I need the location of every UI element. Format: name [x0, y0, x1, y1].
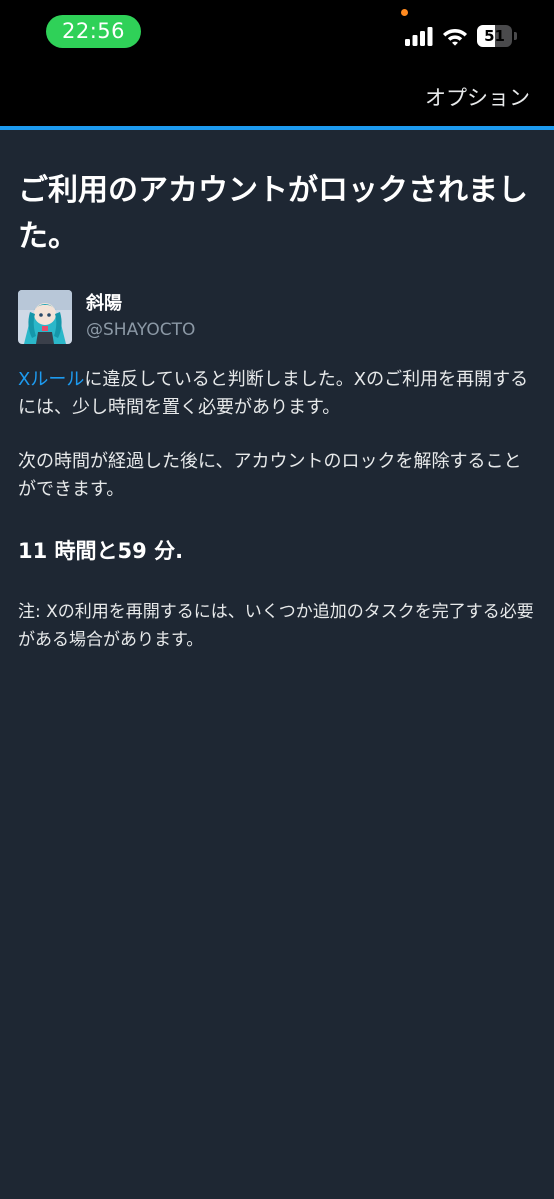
unlock-info-paragraph: 次の時間が経過した後に、アカウントのロックを解除することができます。 — [18, 451, 522, 500]
top-bar: 22:56 51 オプション — [0, 0, 554, 127]
violation-paragraph: Xルールに違反していると判断しました。Xのご利用を再開するには、少し時間を置く必… — [18, 366, 536, 422]
note-paragraph: 注: Xの利用を再開するには、いくつか追加のタスクを完了する必要がある場合があり… — [18, 602, 534, 650]
status-time: 22:56 — [46, 15, 141, 48]
username: @SHAYOCTO — [86, 320, 196, 340]
display-name: 斜陽 — [86, 293, 122, 314]
battery-icon: 51 — [477, 25, 519, 47]
violation-text: に違反していると判断しました。Xのご利用を再開するには、少し時間を置く必要があり… — [18, 369, 529, 418]
battery-tip — [514, 32, 517, 40]
wifi-icon — [443, 29, 467, 46]
privacy-indicator-dot — [401, 9, 408, 16]
main-content: ご利用のアカウントがロックされました。 斜陽 @SHAYOCTO Xルールに違反… — [18, 130, 536, 654]
options-button[interactable]: オプション — [425, 83, 530, 113]
locked-account-screen: 22:56 51 オプション ご利用のアカウントがロックされました。 斜陽 @S… — [0, 0, 554, 1199]
page-title: ご利用のアカウントがロックされました。 — [18, 173, 528, 254]
battery-body: 51 — [477, 25, 512, 47]
x-rules-link[interactable]: Xルール — [18, 369, 84, 390]
battery-level-text: 51 — [484, 27, 505, 45]
cellular-signal-icon — [405, 27, 433, 46]
lock-countdown: 11 時間と59 分. — [18, 539, 184, 563]
avatar — [18, 290, 72, 344]
profile-card: 斜陽 @SHAYOCTO — [18, 290, 536, 346]
